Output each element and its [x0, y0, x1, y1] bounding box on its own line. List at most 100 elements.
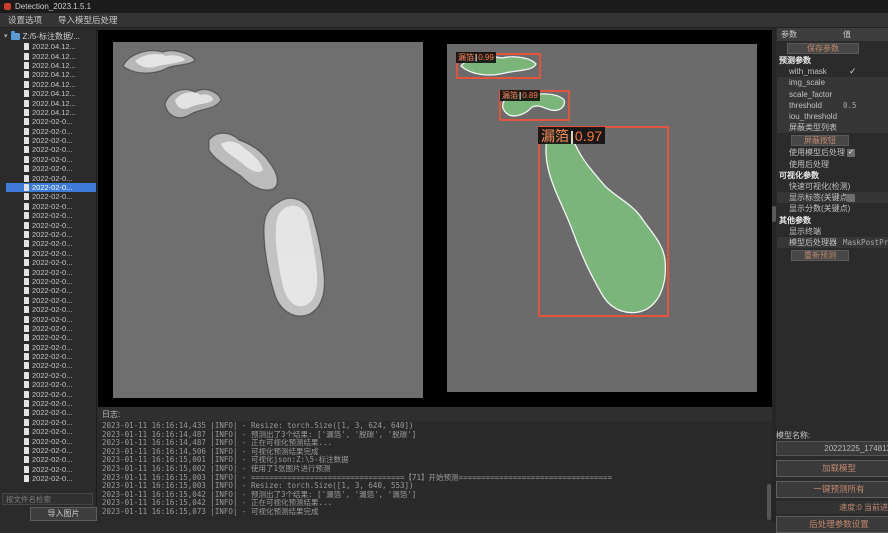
- tree-item[interactable]: 2022-02-0...: [0, 324, 96, 333]
- tree-item[interactable]: 2022-02-0...: [0, 192, 96, 201]
- tree-item[interactable]: 2022-02-0...: [0, 127, 96, 136]
- tree-item[interactable]: 2022.04.12...: [0, 42, 96, 51]
- param-row[interactable]: iou_threshold: [777, 111, 888, 122]
- checkmark-icon: ✓: [849, 66, 857, 77]
- param-row[interactable]: 使用模型后处理✓: [777, 147, 888, 158]
- tree-item[interactable]: 2022.04.12...: [0, 70, 96, 79]
- param-row[interactable]: 屏蔽类型列表: [777, 122, 888, 133]
- log-scrollbar[interactable]: [767, 484, 771, 520]
- param-button[interactable]: 屏蔽按钮: [791, 135, 849, 146]
- label-separator: |: [519, 91, 521, 101]
- tree-item[interactable]: 2022.04.12...: [0, 89, 96, 98]
- file-icon: [24, 231, 29, 238]
- tree-item[interactable]: 2022.04.12...: [0, 80, 96, 89]
- tree-item-label: 2022-02-0...: [32, 408, 72, 417]
- panel-scrollbar-handle[interactable]: [772, 206, 776, 222]
- file-icon: [24, 118, 29, 125]
- tree-item-label: 2022-02-0...: [32, 174, 72, 183]
- param-row[interactable]: 显示终端: [777, 226, 888, 237]
- tree-item[interactable]: 2022-02-0...: [0, 343, 96, 352]
- param-row[interactable]: 显示标签(关键点): [777, 192, 888, 203]
- tree-item[interactable]: 2022-02-0...: [0, 249, 96, 258]
- tree-item[interactable]: 2022-02-0...: [0, 155, 96, 164]
- tree-item-label: 2022-02-0...: [32, 155, 72, 164]
- tree-item[interactable]: 2022-02-0...: [0, 361, 96, 370]
- tree-item[interactable]: 2022-02-0...: [0, 380, 96, 389]
- tree-item[interactable]: 2022-02-0...: [0, 286, 96, 295]
- parameter-table-header: 参数 值: [777, 28, 888, 41]
- tree-item[interactable]: 2022-02-0...: [0, 399, 96, 408]
- postprocess-settings-button[interactable]: 后处理参数设置: [776, 516, 888, 533]
- search-input[interactable]: [2, 493, 93, 505]
- param-button[interactable]: 保存参数: [787, 43, 859, 54]
- log-panel[interactable]: 日志: 2023-01-11 16:16:14,435 |INFO| - Res…: [98, 407, 772, 522]
- param-row[interactable]: 显示分数(关键点): [777, 203, 888, 214]
- tree-item[interactable]: 2022-02-0...: [0, 230, 96, 239]
- caret-down-icon: ▾: [4, 33, 8, 40]
- tree-item[interactable]: 2022-02-0...: [0, 145, 96, 154]
- file-icon: [24, 456, 29, 463]
- tree-item[interactable]: 2022-02-0...: [0, 314, 96, 323]
- tree-item[interactable]: 2022-02-0...: [0, 164, 96, 173]
- tree-item[interactable]: 2022-02-0...: [0, 371, 96, 380]
- import-images-button[interactable]: 导入图片: [30, 507, 97, 521]
- param-value: MaskPostPro: [843, 237, 888, 248]
- tree-item[interactable]: 2022-02-0...: [0, 277, 96, 286]
- param-row[interactable]: 模型后处理器MaskPostPro: [777, 237, 888, 248]
- tree-item-label: 2022-02-0...: [32, 277, 72, 286]
- param-button[interactable]: 重新预测: [791, 250, 849, 261]
- tree-item[interactable]: 2022-02-0...: [0, 239, 96, 248]
- tree-item[interactable]: 2022.04.12...: [0, 98, 96, 107]
- tree-root[interactable]: ▾ Z:/5-标注数据/...: [0, 30, 96, 42]
- tree-item[interactable]: 2022-02-0...: [0, 258, 96, 267]
- tree-item[interactable]: 2022-02-0...: [0, 220, 96, 229]
- tree-item[interactable]: 2022-02-0...: [0, 436, 96, 445]
- param-row[interactable]: 使用后处理: [777, 159, 888, 170]
- prediction-image-panel[interactable]: 漏箔|0.99漏箔|0.89漏箔|0.97: [447, 44, 757, 392]
- tree-item[interactable]: 2022-02-0...: [0, 455, 96, 464]
- menu-item-settings[interactable]: 设置选项: [8, 14, 42, 26]
- predict-all-button[interactable]: 一键预测所有: [776, 481, 888, 498]
- tree-item[interactable]: 2022-02-0...: [0, 211, 96, 220]
- tree-item[interactable]: 2022-02-0...: [0, 474, 96, 483]
- tree-item[interactable]: 2022-02-0...: [0, 305, 96, 314]
- tree-item-label: 2022-02-0...: [32, 127, 72, 136]
- menu-bar: 设置选项 导入模型后处理: [0, 13, 888, 28]
- tree-item[interactable]: 2022-02-0...: [0, 267, 96, 276]
- tree-item[interactable]: 2022.04.12...: [0, 51, 96, 60]
- tree-item[interactable]: 2022-02-0...: [0, 389, 96, 398]
- file-icon: [24, 334, 29, 341]
- detection-class-name: 漏箔: [541, 128, 569, 144]
- tree-item-label: 2022-02-0...: [32, 361, 72, 370]
- tree-item[interactable]: 2022-02-0...: [0, 202, 96, 211]
- param-section-header: 预测参数: [777, 55, 888, 66]
- checkbox-unchecked[interactable]: [847, 194, 855, 202]
- tree-item-label: 2022-02-0...: [32, 427, 72, 436]
- tree-item[interactable]: 2022-02-0...: [0, 352, 96, 361]
- tree-item[interactable]: 2022-02-0...: [0, 117, 96, 126]
- tree-item[interactable]: 2022-02-0...: [0, 446, 96, 455]
- param-row[interactable]: with_mask✓: [777, 66, 888, 77]
- tree-item[interactable]: 2022-02-0...: [0, 418, 96, 427]
- tree-item[interactable]: 2022.04.12...: [0, 108, 96, 117]
- param-row[interactable]: 快速可视化(检测): [777, 181, 888, 192]
- tree-item[interactable]: 2022-02-0...: [0, 408, 96, 417]
- param-row[interactable]: threshold0.5: [777, 100, 888, 111]
- load-model-button[interactable]: 加载模型: [776, 460, 888, 477]
- file-icon: [24, 391, 29, 398]
- tree-root-label: Z:/5-标注数据/...: [23, 31, 80, 42]
- tree-item[interactable]: 2022.04.12...: [0, 61, 96, 70]
- original-image-panel[interactable]: [113, 42, 423, 398]
- param-row[interactable]: scale_factor: [777, 89, 888, 100]
- tree-item[interactable]: 2022-02-0...: [6, 183, 96, 192]
- tree-item[interactable]: 2022-02-0...: [0, 173, 96, 182]
- menu-item-import-postprocess[interactable]: 导入模型后处理: [58, 14, 118, 26]
- param-row[interactable]: img_scale: [777, 77, 888, 88]
- model-name-field[interactable]: 20221225_174813: [776, 441, 888, 456]
- checkbox-checked[interactable]: ✓: [847, 149, 855, 157]
- tree-item[interactable]: 2022-02-0...: [0, 427, 96, 436]
- tree-item[interactable]: 2022-02-0...: [0, 296, 96, 305]
- tree-item[interactable]: 2022-02-0...: [0, 465, 96, 474]
- tree-item[interactable]: 2022-02-0...: [0, 333, 96, 342]
- tree-item[interactable]: 2022-02-0...: [0, 136, 96, 145]
